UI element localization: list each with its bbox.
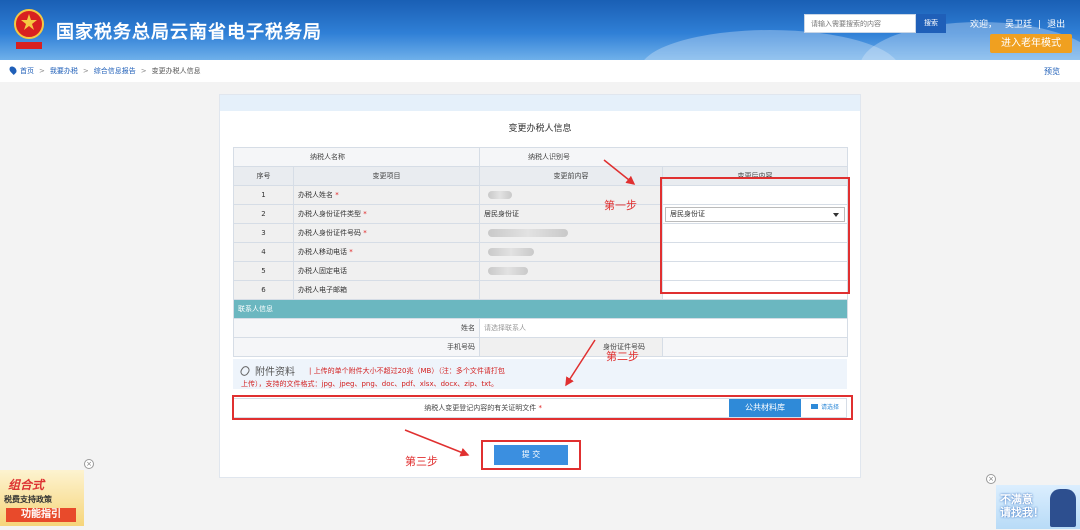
contact-section-row: 联系人信息: [233, 299, 848, 319]
row-item: 办税人固定电话: [293, 261, 480, 281]
paperclip-icon: [238, 364, 252, 378]
close-left-banner-icon[interactable]: ×: [84, 459, 94, 469]
step1-label: 第一步: [604, 199, 637, 212]
row-item-label: 办税人移动电话: [298, 248, 347, 256]
tax-emblem-icon: [14, 9, 44, 49]
required-mark: *: [363, 210, 367, 218]
location-pin-icon: [8, 65, 18, 75]
preview-link[interactable]: 预览: [1044, 66, 1060, 77]
form-title: 变更办税人信息: [508, 124, 572, 134]
banner-line: 组合式: [8, 478, 45, 492]
row-no: 5: [233, 261, 294, 281]
breadcrumb-current: 变更办税人信息: [151, 67, 201, 75]
step3-highlight-box: [481, 440, 581, 470]
required-mark: *: [349, 248, 353, 256]
row-before: [479, 280, 663, 300]
taxpayer-id-cell: 纳税人识别号: [479, 147, 848, 167]
breadcrumb-home[interactable]: 首页: [20, 67, 34, 75]
elder-mode-button[interactable]: 进入老年模式: [990, 34, 1072, 53]
feedback-text: 不满意 请找我！: [1000, 493, 1044, 519]
row-no: 3: [233, 223, 294, 243]
contact-name-input[interactable]: 请选择联系人: [479, 318, 848, 338]
row-no: 6: [233, 280, 294, 300]
col-header-item: 变更项目: [293, 166, 480, 186]
row-item: 办税人电子邮箱: [293, 280, 480, 300]
row-item-label: 办税人固定电话: [298, 267, 347, 275]
feedback-banner[interactable]: 不满意 请找我！: [996, 485, 1080, 529]
search-input[interactable]: 请输入需要搜索的内容: [804, 14, 916, 33]
row-item: 办税人身份证件号码 *: [293, 223, 480, 243]
required-mark: *: [335, 191, 339, 199]
step2-label: 第二步: [606, 350, 639, 363]
mobile-label: 手机号码: [233, 337, 480, 357]
user-name-link[interactable]: 吴卫廷: [1005, 20, 1032, 30]
step1-highlight-box: [660, 177, 850, 294]
welcome-text: 欢迎，: [970, 20, 998, 30]
contact-name-label: 姓名: [233, 318, 480, 338]
attachment-note: 上传），支持的文件格式：jpg、jpeg、png、doc、pdf、xlsx、do…: [241, 380, 499, 388]
taxpayer-row: 纳税人名称 纳税人识别号: [233, 147, 848, 167]
row-no: 1: [233, 185, 294, 205]
row-item: 办税人身份证件类型 *: [293, 204, 480, 224]
row-before: [479, 223, 663, 243]
taxpayer-name-cell: 纳税人名称: [233, 147, 480, 167]
col-header-before: 变更前内容: [479, 166, 663, 186]
separator: |: [1038, 20, 1042, 30]
redacted-value: [488, 248, 534, 256]
breadcrumb-separator: >: [82, 67, 89, 75]
logout-link[interactable]: 退出: [1047, 20, 1065, 30]
breadcrumb-separator: >: [39, 67, 45, 75]
redacted-value: [488, 191, 512, 199]
welcome-bar: 欢迎， 吴卫廷 | 退出: [970, 17, 1065, 30]
close-right-banner-icon[interactable]: ×: [986, 474, 996, 484]
search-button[interactable]: 搜索: [916, 14, 946, 33]
taxpayer-name-label: 纳税人名称: [310, 153, 345, 161]
banner-line: 功能指引: [6, 508, 76, 522]
row-item-label: 办税人姓名: [298, 191, 333, 199]
banner-line: 税费支持政策: [4, 495, 52, 504]
row-no: 4: [233, 242, 294, 262]
card-top-bar: [220, 95, 860, 111]
taxpayer-id-label: 纳税人识别号: [528, 153, 570, 161]
step3-label: 第三步: [405, 455, 438, 468]
attachment-section: 附件资料 | 上传的单个附件大小不超过20兆（MB）（注：多个文件请打包 上传）…: [233, 359, 847, 389]
id-number-label: 身份证件号码: [603, 337, 848, 357]
row-item-label: 办税人电子邮箱: [298, 286, 347, 294]
row-before: [479, 261, 663, 281]
attachment-title-text: 附件资料: [255, 367, 295, 378]
row-item: 办税人姓名 *: [293, 185, 480, 205]
contact-section-header: 联系人信息: [233, 299, 848, 319]
header-decoration: [640, 30, 900, 60]
step2-highlight-box: [232, 395, 853, 420]
col-header-no: 序号: [233, 166, 294, 186]
breadcrumb: 首页 > 我要办税 > 综合信息报告 > 变更办税人信息: [8, 65, 201, 76]
contact-phone-row: 手机号码 身份证件号码: [233, 337, 848, 357]
row-item-label: 办税人身份证件号码: [298, 229, 361, 237]
breadcrumb-tax[interactable]: 我要办税: [50, 67, 78, 75]
contact-name-row: 姓名 请选择联系人: [233, 318, 848, 338]
row-item: 办税人移动电话 *: [293, 242, 480, 262]
redacted-value: [488, 267, 528, 275]
row-item-label: 办税人身份证件类型: [298, 210, 361, 218]
policy-guide-banner[interactable]: 组合式 税费支持政策 功能指引: [0, 470, 84, 526]
breadcrumb-bar: 首页 > 我要办税 > 综合信息报告 > 变更办税人信息 预览: [0, 60, 1080, 82]
row-before: [479, 242, 663, 262]
site-header: 国家税务总局云南省电子税务局 请输入需要搜索的内容 搜索 欢迎， 吴卫廷 | 退出 进…: [0, 0, 1080, 60]
redacted-value: [488, 229, 568, 237]
attachment-note: | 上传的单个附件大小不超过20兆（MB）（注：多个文件请打包: [309, 367, 505, 375]
attachment-title: 附件资料: [238, 363, 295, 378]
site-title: 国家税务总局云南省电子税务局: [56, 22, 322, 43]
breadcrumb-separator: >: [140, 67, 147, 75]
required-mark: *: [363, 229, 367, 237]
mascot-icon: [1050, 489, 1076, 527]
row-no: 2: [233, 204, 294, 224]
breadcrumb-report[interactable]: 综合信息报告: [94, 67, 136, 75]
